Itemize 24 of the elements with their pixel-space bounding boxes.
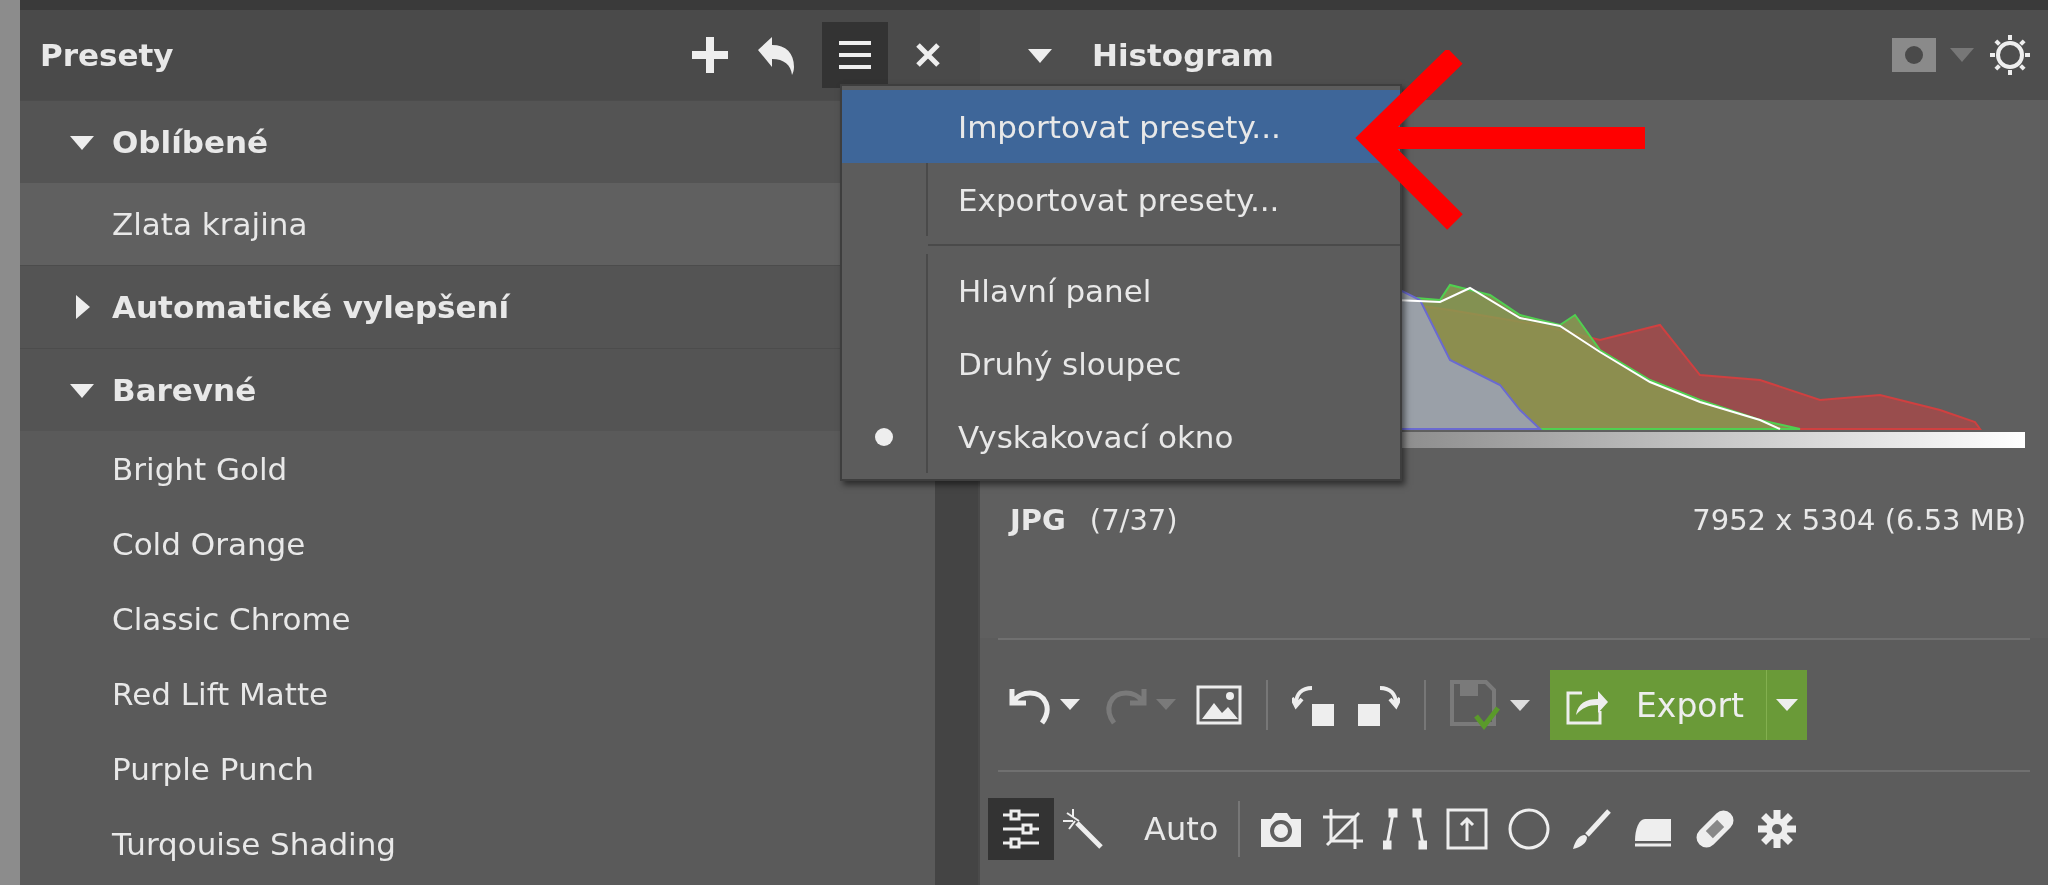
image-dimensions: 7952 x 5304 (6.53 MB) [1692,503,2026,537]
adjust-tool-icon[interactable] [988,797,1054,860]
preset-item[interactable]: Purple Punch [20,731,935,806]
panel-title: Histogram [1092,37,1274,73]
reply-icon[interactable] [756,34,796,76]
image-icon[interactable] [1196,685,1242,725]
auto-label[interactable]: Auto [1144,809,1219,848]
panel-title: Presety [40,37,175,73]
menu-button[interactable] [822,22,888,88]
preset-item[interactable]: Classic Chrome [20,581,935,656]
mask-icon[interactable] [1892,38,1936,72]
file-format: JPG [1010,503,1066,537]
export-button[interactable]: Export [1550,670,1767,740]
export-dropdown-button[interactable] [1766,670,1808,740]
image-position: (7/37) [1089,503,1178,537]
preset-item[interactable]: Red Lift Matte [20,656,935,731]
menu-item[interactable]: Importovat presety... [842,90,1400,163]
caret-icon [1776,699,1799,711]
plus-icon[interactable] [690,35,730,75]
preset-item[interactable]: Cold Orange [20,506,935,581]
menu-icon [837,40,873,70]
preset-item[interactable]: Turqouise Shading [20,806,935,881]
close-icon[interactable] [914,41,942,69]
sun-icon[interactable] [1988,33,2032,77]
